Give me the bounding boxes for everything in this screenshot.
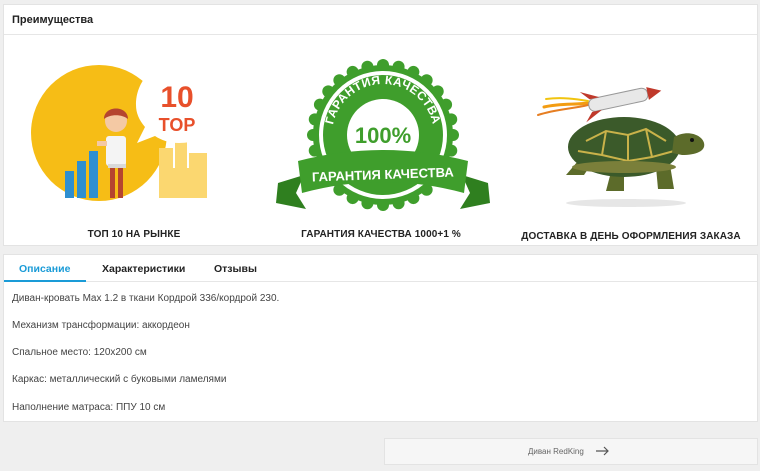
tab-characteristics[interactable]: Характеристики [102,263,185,275]
svg-text:★: ★ [362,109,370,119]
tab-description[interactable]: Описание [19,263,70,275]
description-line: Спальное место: 120х200 см [12,347,147,358]
rocket-turtle-icon [537,87,705,207]
advantage-top10: 10 TOP ТОП 10 НА РЫНКЕ [9,35,259,245]
tab-reviews[interactable]: Отзывы [214,263,257,275]
svg-text:★: ★ [371,106,379,116]
svg-text:★: ★ [379,105,387,115]
active-tab-indicator [4,280,86,282]
advantage-quality: ГАРАНТИЯ КАЧЕСТВА 100% ★ ★ ★ ★ ★ ГАРАНТИЯ КА… [256,35,506,245]
tab-bar: Описание Характеристики Отзывы [4,255,757,282]
advantage-caption: ТОП 10 НА РЫНКЕ [87,229,181,240]
description-line: Механизм трансформации: аккордеон [12,320,190,331]
next-product-label: Диван RedKing [528,447,584,456]
advantages-panel: Преимущества 10 TOP ТОП 10 НА РЫНКЕ ГАРА… [3,4,758,246]
top10-icon: 10 TOP [31,63,219,201]
svg-text:TOP: TOP [159,115,196,135]
quality-seal-icon: ГАРАНТИЯ КАЧЕСТВА 100% ★ ★ ★ ★ ★ ГАРАНТИЯ КА… [276,59,490,211]
svg-text:10: 10 [160,81,193,114]
advantage-caption: ГАРАНТИЯ КАЧЕСТВА 1000+1 % [301,229,461,240]
description-line: Наполнение матраса: ППУ 10 см [12,402,166,413]
description-line: Каркас: металлический с буковыми ламелям… [12,374,227,385]
product-tabs-panel: Описание Характеристики Отзывы Диван-кро… [3,254,758,422]
svg-text:100%: 100% [355,123,411,148]
description-line: Диван-кровать Max 1.2 в ткани Кордрой 33… [12,293,280,304]
arrow-right-icon [596,446,609,456]
next-product-link[interactable]: Диван RedKing [384,438,758,465]
advantage-caption: ДОСТАВКА В ДЕНЬ ОФОРМЛЕНИЯ ЗАКАЗА [521,231,741,242]
advantage-delivery: ДОСТАВКА В ДЕНЬ ОФОРМЛЕНИЯ ЗАКАЗА [506,35,756,245]
svg-text:★: ★ [396,109,404,119]
svg-text:★: ★ [387,106,395,116]
advantages-title: Преимущества [4,5,757,35]
